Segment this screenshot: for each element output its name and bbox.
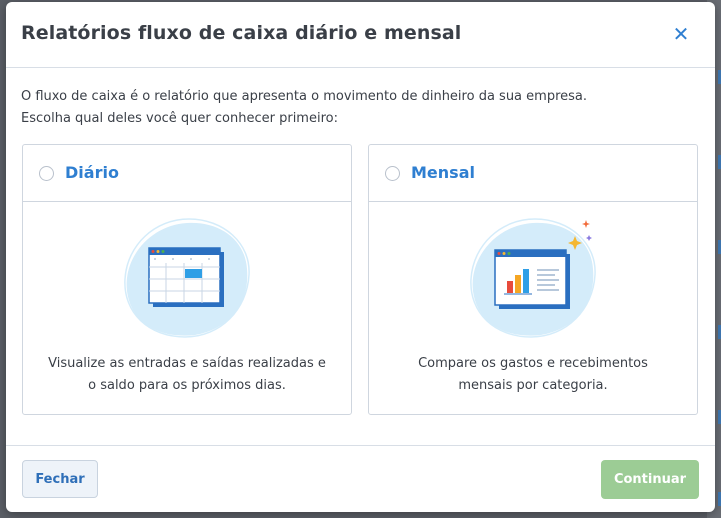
radio-mensal[interactable] <box>385 166 400 181</box>
option-description-mensal: Compare os gastos e recebimentos mensais… <box>369 353 697 397</box>
option-card-mensal[interactable]: Mensal Compare os gastos e recebimentos … <box>368 144 698 415</box>
option-description-line: Visualize as entradas e saídas realizada… <box>48 356 326 371</box>
option-label-mensal: Mensal <box>411 163 475 182</box>
description-line-1: O fluxo de caixa é o relatório que apres… <box>21 89 587 104</box>
dialog-header: Relatórios fluxo de caixa diário e mensa… <box>6 2 715 68</box>
option-card-diario[interactable]: Diário Visualize as entradas e saídas re… <box>22 144 352 415</box>
close-button[interactable]: ✕ <box>671 24 691 44</box>
continue-button[interactable]: Continuar <box>601 460 699 499</box>
dialog-title: Relatórios fluxo de caixa diário e mensa… <box>21 22 462 44</box>
calendar-window-icon <box>124 218 250 338</box>
option-description-diario: Visualize as entradas e saídas realizada… <box>23 353 351 397</box>
option-description-line: Compare os gastos e recebimentos <box>418 356 648 371</box>
close-icon: ✕ <box>672 22 690 46</box>
dialog-description: O fluxo de caixa é o relatório que apres… <box>21 86 701 130</box>
option-label-diario: Diário <box>65 163 119 182</box>
option-description-line: mensais por categoria. <box>458 378 608 393</box>
option-description-line: o saldo para os próximos dias. <box>88 378 286 393</box>
close-dialog-button[interactable]: Fechar <box>22 460 98 498</box>
dialog-footer: Fechar Continuar <box>6 445 715 512</box>
bar-chart-window-icon <box>470 218 596 338</box>
report-selection-dialog: Relatórios fluxo de caixa diário e mensa… <box>6 2 715 512</box>
option-card-header: Mensal <box>369 145 697 202</box>
description-line-2: Escolha qual deles você quer conhecer pr… <box>21 111 338 126</box>
radio-diario[interactable] <box>39 166 54 181</box>
option-card-header: Diário <box>23 145 351 202</box>
